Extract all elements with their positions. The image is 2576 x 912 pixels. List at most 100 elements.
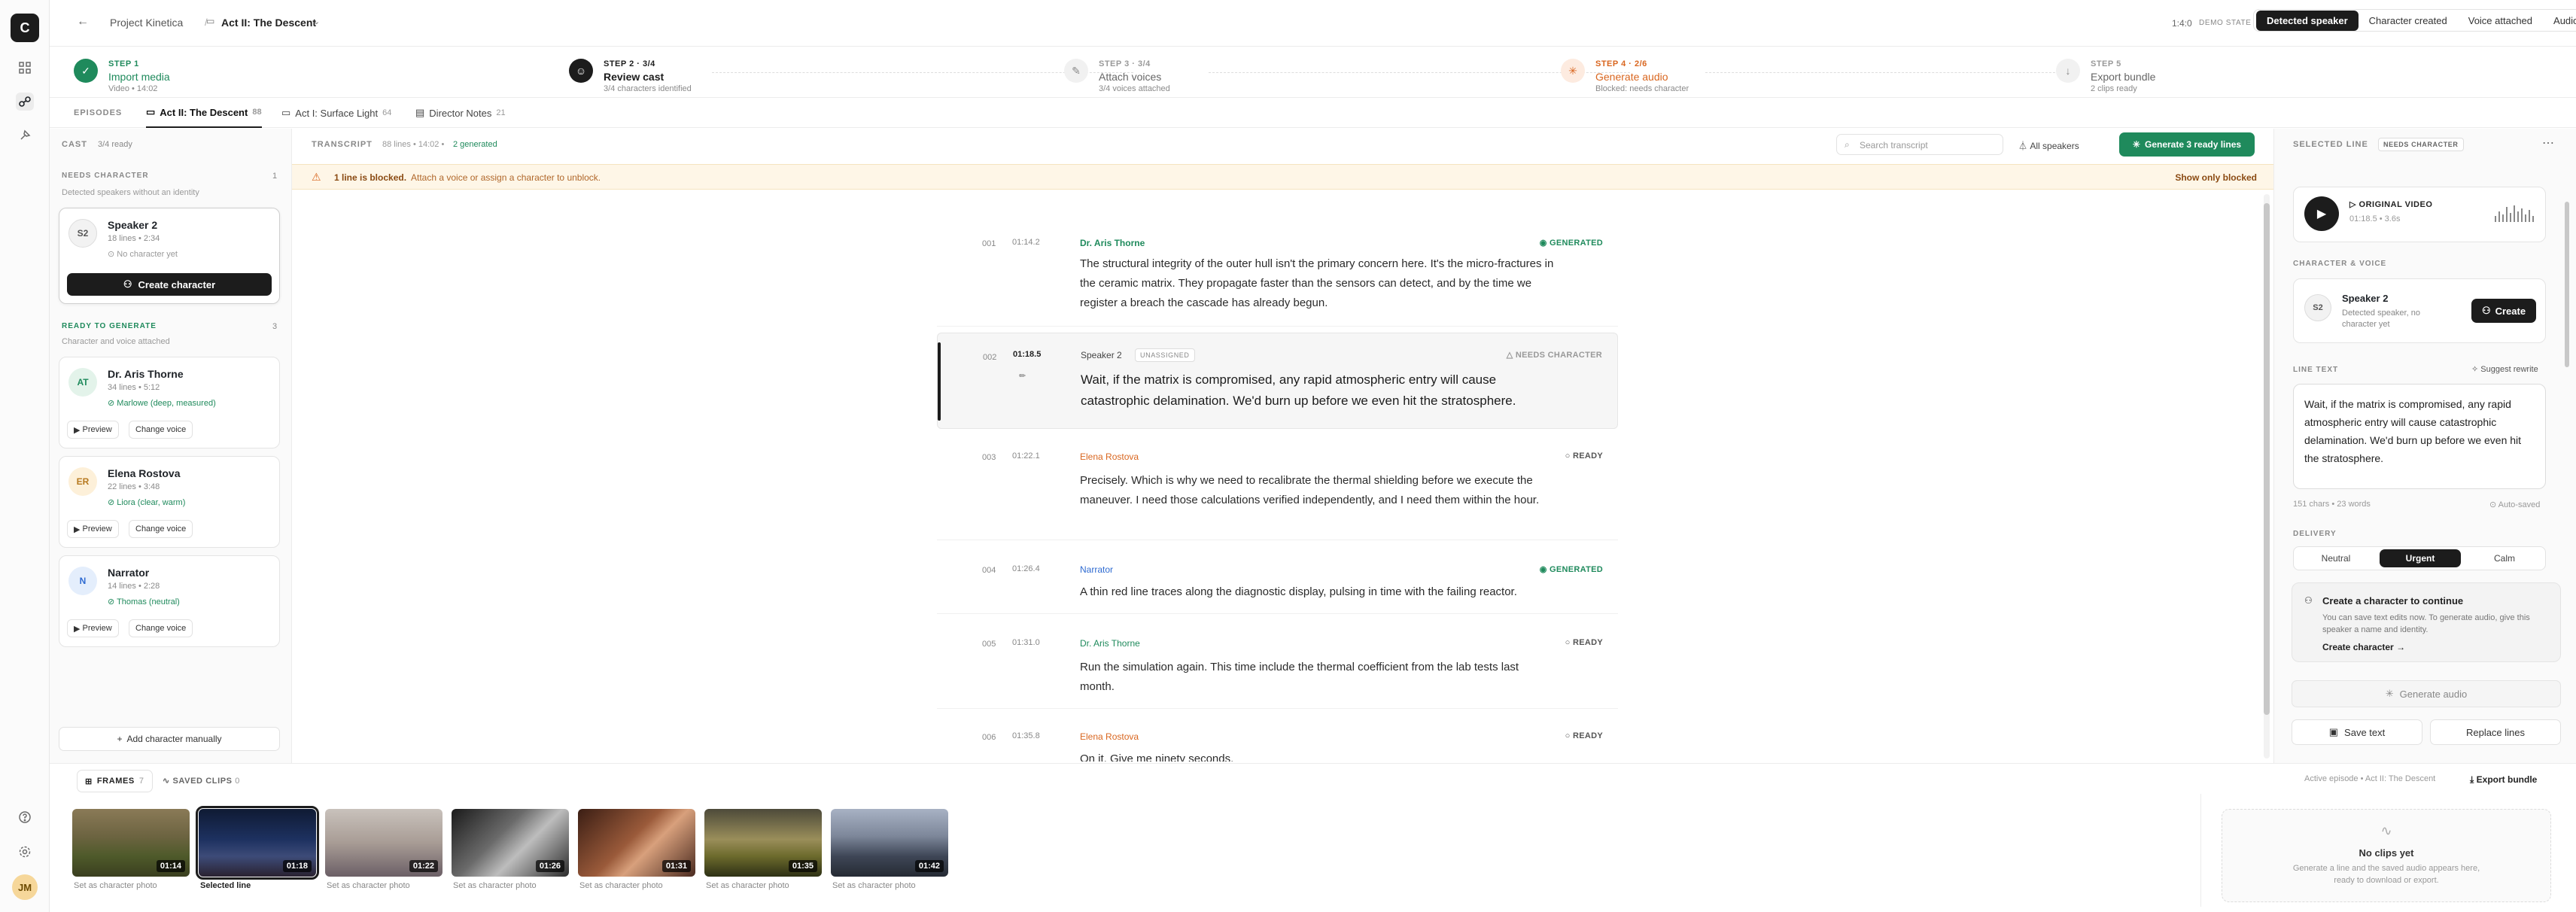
avatar: S2: [68, 219, 97, 248]
cast-card-aris-thorne[interactable]: AT Dr. Aris Thorne 34 lines • 5:12 ⊘ Mar…: [59, 357, 280, 448]
state-audio-only-import[interactable]: Audio-only import: [2543, 11, 2576, 31]
preview-button[interactable]: ▶ Preview: [67, 421, 119, 439]
step-number: STEP 4 · 2/6: [1595, 59, 1647, 68]
line-text-editor[interactable]: Wait, if the matrix is compromised, any …: [2293, 384, 2546, 489]
cast-card-speaker-2[interactable]: S2 Speaker 2 18 lines • 2:34 ⊙ No charac…: [59, 208, 280, 304]
transcript-generated: 2 generated: [453, 140, 497, 149]
frame-action[interactable]: Set as character photo: [453, 881, 537, 890]
change-voice-button[interactable]: Change voice: [129, 421, 193, 439]
back-arrow-icon[interactable]: ←: [77, 15, 89, 29]
frame-action[interactable]: Set as character photo: [74, 881, 157, 890]
transcript-line-selected[interactable]: 002 01:18.5 ✏ Speaker 2 UNASSIGNED △ NEE…: [937, 333, 1618, 429]
save-text-button[interactable]: ▣ Save text: [2292, 719, 2422, 745]
cast-name: Narrator: [108, 567, 150, 579]
tab-director-notes[interactable]: ▤ Director Notes 21: [415, 98, 506, 128]
state-detected-speaker[interactable]: Detected speaker: [2256, 10, 2359, 31]
transcript-line[interactable]: 006 01:35.8 Elena Rostova ○ READY On it.…: [937, 718, 1618, 762]
cast-card-elena-rostova[interactable]: ER Elena Rostova 22 lines • 3:48 ⊘ Liora…: [59, 456, 280, 548]
frame-thumbnail[interactable]: 01:22: [325, 809, 443, 877]
speaker-filter[interactable]: ⏃ All speakers: [2018, 139, 2079, 152]
line-speaker: Speaker 2: [1081, 350, 1122, 360]
replace-lines-button[interactable]: Replace lines: [2430, 719, 2561, 745]
transcript-line[interactable]: 003 01:22.1 Elena Rostova ○ READY Precis…: [937, 438, 1618, 540]
character-voice-card: S2 Speaker 2 Detected speaker, no charac…: [2293, 278, 2546, 343]
tab-saved-clips[interactable]: ∿ SAVED CLIPS 0: [163, 776, 240, 786]
play-icon[interactable]: ▶: [2304, 196, 2339, 231]
download-icon: ↓: [2056, 59, 2080, 83]
breadcrumb-episode[interactable]: Act II: The Descent: [221, 17, 316, 29]
status-text: READY: [1572, 731, 1603, 740]
mic-icon[interactable]: [16, 126, 34, 144]
sparkle-icon: ✳: [2385, 688, 2394, 699]
delivery-neutral[interactable]: Neutral: [2297, 549, 2375, 567]
state-character-created[interactable]: Character created: [2359, 11, 2458, 31]
create-character-link[interactable]: Create character →: [2322, 642, 2405, 652]
change-voice-button[interactable]: Change voice: [129, 520, 193, 538]
breadcrumb-project[interactable]: Project Kinetica: [110, 17, 183, 29]
delivery-calm[interactable]: Calm: [2465, 549, 2544, 567]
help-icon[interactable]: [16, 808, 34, 826]
scrollbar-thumb[interactable]: [2264, 203, 2270, 715]
selection-marker: [938, 342, 941, 421]
suggest-rewrite-button[interactable]: ✧ Suggest rewrite: [2471, 364, 2538, 374]
create-button[interactable]: ⚇ Create: [2471, 299, 2536, 323]
frame-thumbnail[interactable]: 01:31: [578, 809, 695, 877]
frame-thumbnail[interactable]: 01:35: [704, 809, 822, 877]
frame-action[interactable]: Set as character photo: [706, 881, 789, 890]
download-icon: ⤓: [2470, 774, 2474, 785]
frame-action[interactable]: Set as character photo: [327, 881, 410, 890]
user-avatar[interactable]: JM: [12, 874, 38, 900]
export-bundle-button[interactable]: ⤓ Export bundle: [2470, 774, 2537, 786]
waveform-icon[interactable]: [16, 93, 34, 111]
frame-thumbnail[interactable]: 01:14: [72, 809, 190, 877]
line-number: 001: [982, 239, 996, 248]
tab-frames[interactable]: ⊞ FRAMES 7: [77, 770, 153, 792]
chevron-down-icon[interactable]: ⌄: [313, 17, 320, 26]
generate-ready-lines-button[interactable]: ✳ Generate 3 ready lines: [2119, 132, 2255, 157]
tab-act-1[interactable]: ▭ Act I: Surface Light 64: [281, 98, 391, 128]
grid-icon[interactable]: [16, 59, 34, 77]
edit-icon[interactable]: ✏: [1019, 371, 1026, 381]
app-logo[interactable]: C: [11, 14, 39, 42]
step-title: Import media: [108, 71, 170, 83]
episode-tabs: EPISODES ▭ Act II: The Descent 88 ▭ Act I: …: [50, 98, 2576, 128]
transcript-line[interactable]: 001 01:14.2 Dr. Aris Thorne ◉ GENERATED …: [937, 224, 1618, 327]
preview-button[interactable]: ▶ Preview: [67, 619, 119, 637]
more-icon[interactable]: ⋯: [2542, 135, 2554, 150]
video-icon: ▷: [2349, 200, 2359, 209]
transcript-line[interactable]: 004 01:26.4 Narrator ◉ GENERATED A thin …: [937, 551, 1618, 614]
line-status: △ NEEDS CHARACTER: [1506, 351, 1602, 360]
state-voice-attached[interactable]: Voice attached: [2458, 11, 2543, 31]
generate-audio-button[interactable]: ✳ Generate audio: [2292, 680, 2561, 707]
frame-thumbnail[interactable]: 01:42: [831, 809, 948, 877]
search-input[interactable]: ⌕ Search transcript: [1836, 134, 2003, 155]
step-export-bundle[interactable]: ↓ STEP 5 Export bundle 2 clips ready: [2056, 53, 2282, 93]
panel-scrollbar[interactable]: [2565, 187, 2571, 563]
transcript-meta: 88 lines • 14:02 •: [382, 140, 445, 149]
settings-icon[interactable]: [16, 843, 34, 861]
frame-action[interactable]: Set as character photo: [579, 881, 663, 890]
frame-time: 01:26: [535, 860, 564, 872]
active-episode: Active episode • Act II: The Descent: [2304, 774, 2436, 783]
delivery-urgent[interactable]: Urgent: [2380, 549, 2461, 567]
frame-action[interactable]: Set as character photo: [832, 881, 916, 890]
frame-thumbnail[interactable]: 01:26: [452, 809, 569, 877]
create-character-button[interactable]: ⚇ Create character: [67, 273, 272, 296]
original-video-card[interactable]: ▶ ▷ ORIGINAL VIDEO 01:18.5 • 3.6s: [2293, 187, 2546, 242]
preview-button[interactable]: ▶ Preview: [67, 520, 119, 538]
cast-card-narrator[interactable]: N Narrator 14 lines • 2:28 ⊘ Thomas (neu…: [59, 555, 280, 647]
tab-count: 0: [235, 777, 240, 786]
sparkle-icon: ✳: [2132, 139, 2140, 150]
add-character-button[interactable]: + Add character manually: [59, 727, 280, 751]
show-blocked-link[interactable]: Show only blocked: [2175, 172, 2257, 183]
tab-act-2[interactable]: ▭ Act II: The Descent 88: [146, 98, 262, 128]
change-voice-button[interactable]: Change voice: [129, 619, 193, 637]
blocked-banner: ⚠ 1 line is blocked. Attach a voice or a…: [292, 164, 2273, 190]
transcript-line[interactable]: 005 01:31.0 Dr. Aris Thorne ○ READY Run …: [937, 625, 1618, 709]
transcript-scrollbar[interactable]: [2264, 194, 2270, 758]
voice-label: ⊘ Thomas (neutral): [108, 597, 180, 606]
banner-text: Attach a voice or assign a character to …: [411, 172, 601, 183]
step-import-media[interactable]: ✓ STEP 1 Import media Video • 14:02: [74, 53, 300, 93]
frame-thumbnail-selected[interactable]: 01:18: [196, 806, 319, 880]
scrollbar-thumb[interactable]: [2565, 202, 2569, 367]
